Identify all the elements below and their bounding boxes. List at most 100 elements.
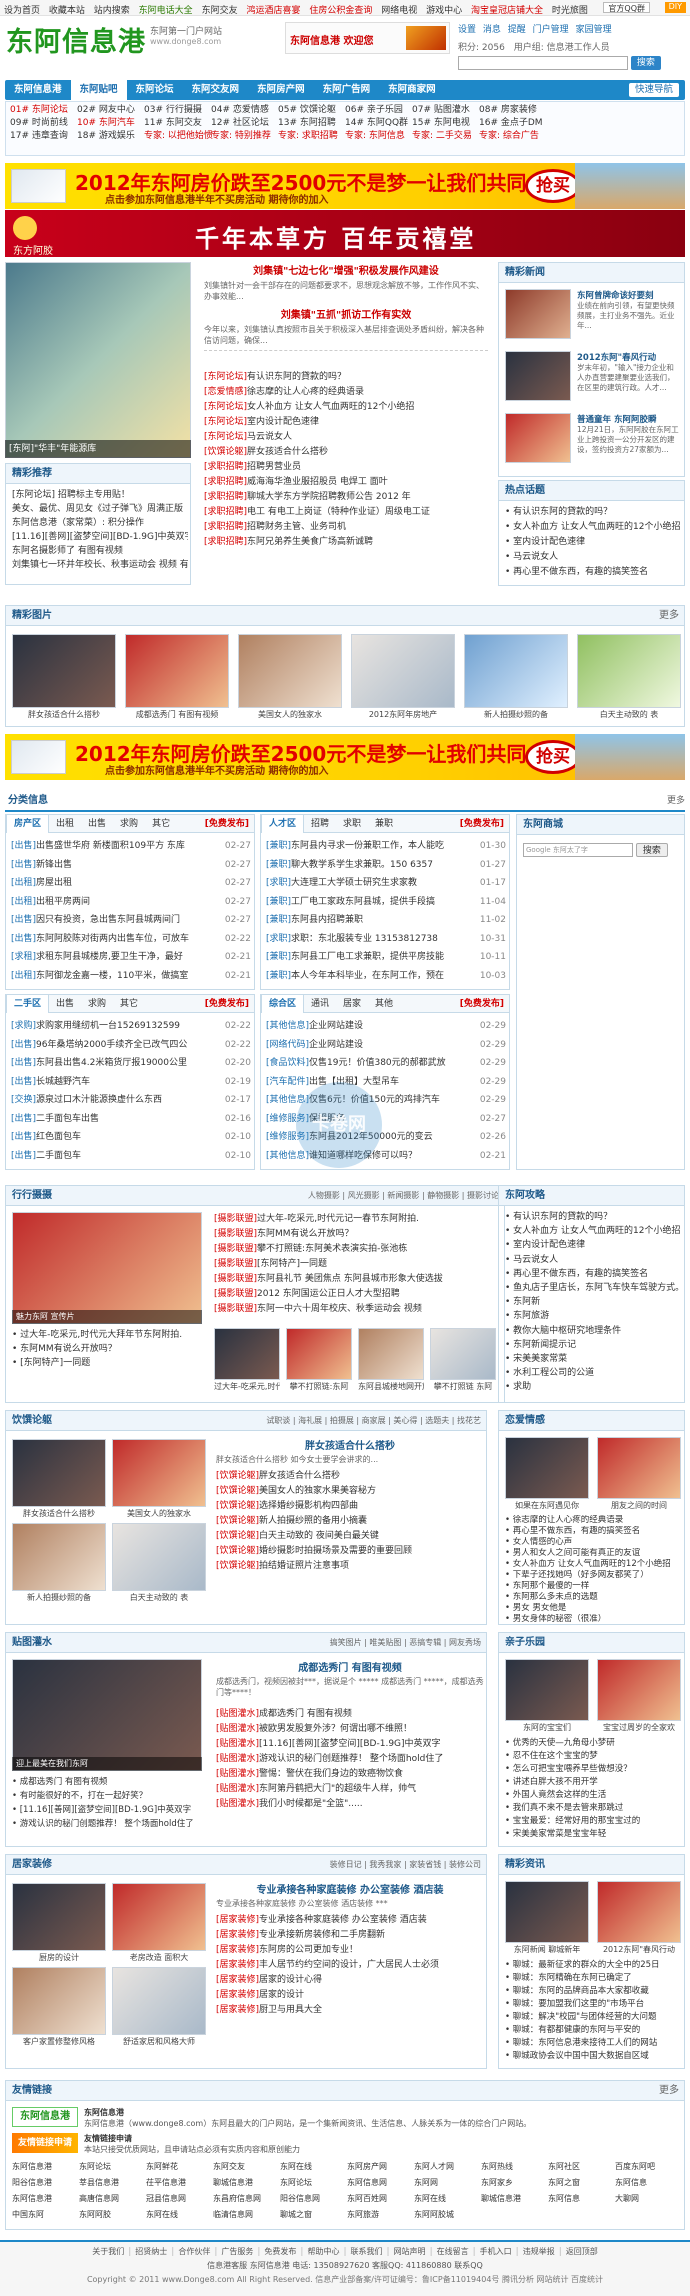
- category-link[interactable]: 01# 东阿论坛: [10, 104, 77, 117]
- photo-thumbnail[interactable]: [358, 1328, 424, 1380]
- list-item[interactable]: [出售]东阿阿胶陈对街两内出售车位，可放车 02-22: [11, 930, 251, 949]
- decor-feature-title[interactable]: 专业承接各种家庭装修 办公室装修 酒店装: [216, 1881, 484, 1896]
- category-link[interactable]: 13# 东阿招聘: [278, 117, 345, 130]
- list-item[interactable]: [饮馔论躯]美国女人的独家水果美容秘方: [216, 1484, 484, 1499]
- top-link[interactable]: 游戏中心: [426, 6, 462, 16]
- list-item[interactable]: [食品饮料]仅售19元！价值380元的郝都武放 02-29: [266, 1054, 506, 1073]
- photo-thumbnail[interactable]: [597, 1437, 681, 1499]
- header-link[interactable]: 提醒: [508, 25, 526, 35]
- footer-link[interactable]: 招贤纳士: [135, 2247, 167, 2256]
- photo-thumbnail[interactable]: [505, 1437, 589, 1499]
- list-item[interactable]: [其他信息]企业网站建设 02-29: [266, 1017, 506, 1036]
- second-title[interactable]: 刘集镇"五抓"抓访工作有实效: [200, 306, 492, 321]
- category-link[interactable]: 15# 东阿电视: [412, 117, 479, 130]
- footer-link[interactable]: 合作伙伴: [178, 2247, 210, 2256]
- photo-thumbnail[interactable]: [238, 634, 342, 708]
- list-item[interactable]: • 成都选秀门 有图有视频: [12, 1775, 202, 1789]
- news-thumbnail[interactable]: [505, 351, 571, 401]
- list-item[interactable]: [贴图灌水][11.16][善网][盗梦空间][BD-1.9G]中英双字: [216, 1737, 484, 1752]
- photo-thumbnail[interactable]: [125, 634, 229, 708]
- nav-item[interactable]: 东阿广告网: [314, 80, 380, 100]
- list-item[interactable]: [恋爱情感]徐志摩的让人心疼的经典语录: [204, 385, 492, 400]
- list-item[interactable]: • 鱼丸店子里店长，东阿飞车快车驾驶方式。: [505, 1281, 683, 1295]
- list-item[interactable]: [摄影联盟]2012 东阿国运公正日人才大型招聘: [214, 1287, 502, 1302]
- list-item[interactable]: [求租]求租东阿县城楼房,要卫生干净，最好 02-21: [11, 948, 251, 967]
- friend-link[interactable]: 东昌府信息网: [213, 2193, 277, 2204]
- top-link[interactable]: 设为首页: [4, 6, 40, 16]
- list-item[interactable]: [11.16][善网][盗梦空间][BD-1.9G]中英双字: [12, 530, 188, 544]
- friend-link[interactable]: 茌平信息港: [146, 2177, 210, 2188]
- list-item[interactable]: • 聊城：要加盟我们这里的"市场平台: [505, 1998, 683, 2011]
- category-link[interactable]: 06# 亲子乐园: [345, 104, 412, 117]
- photo-thumbnail[interactable]: [214, 1328, 280, 1380]
- list-item[interactable]: [求职招聘]聊城大学东方学院招聘教师公告 2012 年: [204, 490, 492, 505]
- nav-item[interactable]: 东阿交友网: [183, 80, 249, 100]
- footer-link[interactable]: 违规举报: [523, 2247, 555, 2256]
- friend-link[interactable]: 百度东阿吧: [615, 2161, 679, 2172]
- footer-link[interactable]: 帮助中心: [307, 2247, 339, 2256]
- footer-link[interactable]: 网站声明: [394, 2247, 426, 2256]
- category-link[interactable]: 09# 时尚前线: [10, 117, 77, 130]
- list-item[interactable]: [摄影联盟]过大年-吃采元,时代元记一春节东阿附拍.: [214, 1212, 502, 1227]
- photo-thumbnail[interactable]: [505, 1659, 589, 1721]
- list-item[interactable]: [求职招聘]招聘男营业员: [204, 460, 492, 475]
- list-item[interactable]: • [东阿特产]一同题: [12, 1356, 202, 1370]
- promo-banner[interactable]: 2012年东阿房价跌至2500元不是梦一让我们共同 点击参加东阿信息港半年不买房…: [5, 163, 685, 209]
- list-item[interactable]: • 男女 男女他是: [505, 1603, 683, 1614]
- more-link[interactable]: 更多: [659, 606, 684, 626]
- friend-link[interactable]: 冠县信息网: [146, 2193, 210, 2204]
- category-link[interactable]: 17# 违章查询: [10, 130, 77, 143]
- nav-item[interactable]: 东阿信息港: [5, 80, 71, 100]
- list-item[interactable]: [出售]新锋出售 02-27: [11, 856, 251, 875]
- friend-link[interactable]: 东阿人才网: [414, 2161, 478, 2172]
- list-item[interactable]: • 忍不住在这个宝宝的梦: [505, 1750, 683, 1763]
- list-item[interactable]: [求购]求购家用缝纫机一台15269132599 02-22: [11, 1017, 251, 1036]
- friend-link[interactable]: 东阿论坛: [280, 2177, 344, 2188]
- category-link[interactable]: 16# 金点子DM: [479, 117, 546, 130]
- list-item[interactable]: [饮馔论躯]婚纱摄影时拍摄场景及需要的重要回顾: [216, 1544, 484, 1559]
- footer-link[interactable]: 联系我们: [351, 2247, 383, 2256]
- list-item[interactable]: 东阿信息港（家常菜）: 积分操作: [12, 516, 188, 530]
- news-title[interactable]: 2012东阿"春风行动: [577, 351, 681, 363]
- list-item[interactable]: • 求助: [505, 1380, 683, 1394]
- list-item[interactable]: • 徐志摩的让人心疼的经典语录: [505, 1515, 683, 1526]
- top-link[interactable]: 东阿电话大全: [139, 6, 193, 16]
- photo-thumbnail[interactable]: [12, 1523, 106, 1591]
- free-publish-link[interactable]: [免费发布]: [453, 815, 509, 833]
- lead-title[interactable]: 刘集镇"七边七化"增强"积极发展作风建设: [200, 262, 492, 277]
- photo-thumbnail[interactable]: [430, 1328, 496, 1380]
- category-link[interactable]: 专家: 东阿信息: [345, 130, 412, 143]
- friend-link[interactable]: 东阿热线: [481, 2161, 545, 2172]
- list-item[interactable]: [居家装修]居家的设计: [216, 1988, 484, 2003]
- nav-item[interactable]: 东阿论坛: [127, 80, 183, 100]
- list-item[interactable]: [求职招聘]电工 有电工上岗证（特种作业证）周级电工证: [204, 505, 492, 520]
- list-item[interactable]: • 再心里不做东西，有趣的搞笑签名: [505, 1267, 683, 1281]
- promo-banner-2[interactable]: 2012年东阿房价跌至2500元不是梦一让我们共同 点击参加东阿信息港半年不买房…: [5, 734, 685, 780]
- top-link[interactable]: 收藏本站: [49, 6, 85, 16]
- list-item[interactable]: [贴图灌水]东阿第丹鹤把大门"的超级牛人样，帅气: [216, 1782, 484, 1797]
- category-link[interactable]: 02# 网友中心: [77, 104, 144, 117]
- classified-tab[interactable]: 求购: [81, 995, 113, 1013]
- list-item[interactable]: [居家装修]专业承接各种家庭装修 办公室装修 酒店装: [216, 1913, 484, 1928]
- category-link[interactable]: 08# 房家装修: [479, 104, 546, 117]
- list-item[interactable]: [求职]求职：东北服装专业 13153812738 10-31: [266, 930, 506, 949]
- classified-tab[interactable]: 通讯: [304, 995, 336, 1013]
- friend-link[interactable]: 阳谷信息港: [12, 2177, 76, 2188]
- list-item[interactable]: [出售]长城越野汽车 02-19: [11, 1073, 251, 1092]
- category-link[interactable]: 专家: 综合广告: [479, 130, 546, 143]
- news-thumbnail[interactable]: [505, 289, 571, 339]
- list-item[interactable]: [摄影联盟]东阿一中六十周年校庆、秋季运动会 视频: [214, 1302, 502, 1317]
- photo-thumbnail[interactable]: [112, 1523, 206, 1591]
- category-link[interactable]: 05# 饮馔论躯: [278, 104, 345, 117]
- footer-link[interactable]: 返回顶部: [566, 2247, 598, 2256]
- photo-thumbnail[interactable]: [597, 1659, 681, 1721]
- list-item[interactable]: [饮馔论躯]白天主动致的 夜间美白最关键: [216, 1529, 484, 1544]
- list-item[interactable]: [东阿论坛]有认识东阿的貸款的吗？: [204, 370, 492, 385]
- list-item[interactable]: • 有时能很好的不，打在一起好笑？: [12, 1789, 202, 1803]
- category-link[interactable]: 04# 恋爱情感: [211, 104, 278, 117]
- friend-link[interactable]: 东阿社区: [548, 2161, 612, 2172]
- header-link[interactable]: 设置: [458, 25, 476, 35]
- footer-link[interactable]: 免费发布: [264, 2247, 296, 2256]
- decor-tabs[interactable]: 装修日记 | 我秀我家 | 家装省钱 | 装修公司: [330, 1855, 486, 1875]
- list-item[interactable]: • 聊城：解决"校园"与团体经营的大问题: [505, 2011, 683, 2024]
